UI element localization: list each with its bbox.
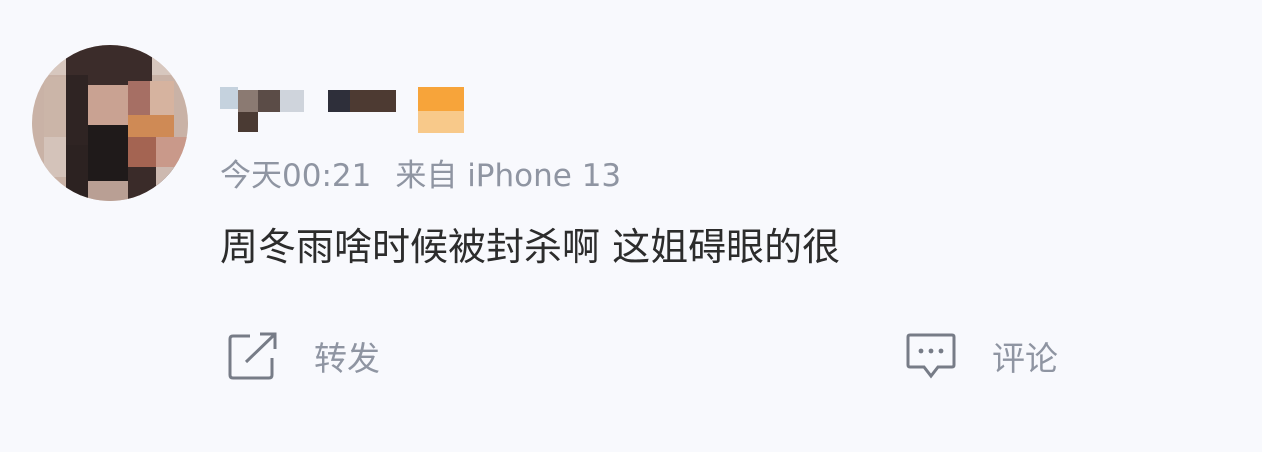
comment-icon [906,333,956,379]
comment-button[interactable]: 评论 [906,330,1058,382]
post-card: 今天00:21 来自 iPhone 13 周冬雨啥时候被封杀啊 这姐碍眼的很 转发… [0,0,1262,452]
post-time: 今天00:21 [220,158,372,194]
username[interactable] [220,87,470,135]
share-icon [228,332,278,380]
post-meta: 今天00:21 来自 iPhone 13 [220,150,621,195]
post-source: 来自 iPhone 13 [395,158,622,194]
avatar[interactable] [32,45,188,201]
post-content: 周冬雨啥时候被封杀啊 这姐碍眼的很 [220,225,841,269]
repost-button[interactable]: 转发 [228,330,380,382]
comment-label: 评论 [992,339,1058,378]
repost-label: 转发 [314,339,380,378]
vip-badge-icon [418,87,464,111]
